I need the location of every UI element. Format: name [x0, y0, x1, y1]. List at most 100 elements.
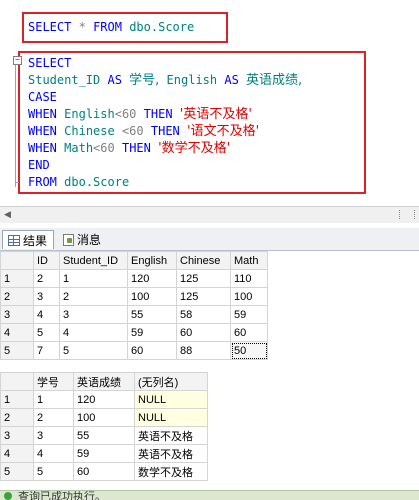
table-cell[interactable]: 4	[33, 305, 60, 324]
row-number[interactable]: 2	[0, 287, 34, 306]
sql-editor[interactable]: SELECT * FROM dbo.Score − SELECT Student…	[0, 0, 419, 206]
message-icon	[63, 233, 74, 246]
table-cell[interactable]: 125	[176, 287, 231, 306]
table-cell[interactable]: 4	[33, 444, 74, 463]
scroll-left-icon[interactable]: ◀	[4, 210, 11, 220]
column-header[interactable]: English	[127, 251, 177, 270]
horizontal-scrollbar[interactable]: ◀	[0, 206, 419, 223]
grid-corner[interactable]	[0, 372, 34, 391]
tab-results[interactable]: 结果	[2, 230, 54, 249]
table-cell[interactable]: 55	[127, 305, 177, 324]
table-cell[interactable]: 2	[33, 408, 74, 427]
table-cell[interactable]: 60	[73, 462, 135, 481]
table-cell[interactable]: 4	[59, 323, 128, 342]
row-number[interactable]: 5	[0, 462, 34, 481]
column-header[interactable]: Chinese	[176, 251, 231, 270]
table-cell[interactable]: 58	[176, 305, 231, 324]
condition: <60	[93, 141, 115, 155]
column-name: Math	[64, 141, 94, 155]
table-cell[interactable]: 59	[127, 323, 177, 342]
code-line: WHEN English<60 THEN '英语不及格'	[28, 106, 302, 123]
column-header[interactable]: 英语成绩	[73, 372, 135, 391]
table-cell[interactable]: 2	[59, 287, 128, 306]
string-literal: '数学不及格'	[158, 141, 231, 156]
table-cell[interactable]: 数学不及格	[134, 462, 208, 481]
table-cell[interactable]: 英语不及格	[134, 444, 208, 463]
splitter-grip[interactable]	[399, 210, 415, 219]
table-row[interactable]: 2 3 2 100 125 100	[0, 287, 268, 306]
table-cell[interactable]: 120	[127, 269, 177, 288]
column-name: English	[64, 107, 115, 121]
table-row[interactable]: 3 3 55 英语不及格	[0, 426, 208, 445]
table-row[interactable]: 4 4 59 英语不及格	[0, 444, 208, 463]
code-line: WHEN Math<60 THEN '数学不及格'	[28, 140, 302, 157]
column-name: Chinese	[64, 124, 115, 138]
query2-block[interactable]: SELECT Student_ID AS 学号, English AS 英语成绩…	[28, 55, 302, 191]
table-row[interactable]: 5 5 60 数学不及格	[0, 462, 208, 481]
table-name: dbo.Score	[64, 175, 130, 189]
table-cell[interactable]: 2	[33, 269, 60, 288]
table-cell[interactable]: 110	[230, 269, 268, 288]
row-number[interactable]: 3	[0, 305, 34, 324]
table-cell[interactable]: 3	[59, 305, 128, 324]
condition: <60	[114, 107, 137, 121]
table-cell[interactable]: 7	[33, 341, 60, 360]
column-header[interactable]: Student_ID	[59, 251, 128, 270]
table-cell[interactable]: 1	[59, 269, 128, 288]
table-row[interactable]: 3 4 3 55 58 59	[0, 305, 268, 324]
table-row[interactable]: 4 5 4 59 60 60	[0, 323, 268, 342]
grid-corner[interactable]	[0, 251, 34, 270]
tab-messages[interactable]: 消息	[58, 230, 112, 249]
collapse-icon[interactable]: −	[13, 56, 22, 65]
gutter-end-tick	[15, 182, 19, 183]
table-cell[interactable]: 120	[73, 390, 135, 409]
table-cell[interactable]: 5	[33, 323, 60, 342]
table-row[interactable]: 5 7 5 60 88 50	[0, 341, 268, 360]
table-cell[interactable]: 英语不及格	[134, 426, 208, 445]
row-number[interactable]: 4	[0, 323, 34, 342]
table-cell[interactable]: 5	[59, 341, 128, 360]
table-cell[interactable]: 59	[73, 444, 135, 463]
table-cell[interactable]: 3	[33, 426, 74, 445]
table-cell[interactable]: 3	[33, 287, 60, 306]
table-cell[interactable]: 100	[127, 287, 177, 306]
results-grid-2[interactable]: 学号 英语成绩 (无列名) 1 1 120 NULL 2 2 100 NULL 3 3 55 英语不及…	[0, 372, 208, 481]
row-number[interactable]: 1	[0, 269, 34, 288]
table-row[interactable]: 1 1 120 NULL	[0, 390, 208, 409]
row-number[interactable]: 3	[0, 426, 34, 445]
table-cell[interactable]: 100	[230, 287, 268, 306]
table-cell[interactable]: NULL	[134, 408, 208, 427]
table-cell[interactable]: 88	[176, 341, 231, 360]
keyword-when: WHEN	[28, 124, 57, 138]
table-cell[interactable]: 1	[33, 390, 74, 409]
column-header[interactable]: ID	[33, 251, 60, 270]
column-header[interactable]: 学号	[33, 372, 74, 391]
table-row[interactable]: 2 2 100 NULL	[0, 408, 208, 427]
results-grid-1[interactable]: ID Student_ID English Chinese Math 1 2 1 12…	[0, 251, 268, 360]
code-line: SELECT	[28, 55, 302, 72]
keyword-then: THEN	[121, 141, 151, 155]
code-line: Student_ID AS 学号, English AS 英语成绩,	[28, 72, 302, 89]
keyword-when: WHEN	[28, 141, 57, 155]
column-header[interactable]: Math	[230, 251, 268, 270]
keyword-select: SELECT	[28, 56, 72, 70]
keyword-select: SELECT	[28, 20, 72, 34]
query1-line[interactable]: SELECT * FROM dbo.Score	[28, 20, 194, 34]
table-cell[interactable]: 55	[73, 426, 135, 445]
row-number[interactable]: 5	[0, 341, 34, 360]
table-row[interactable]: 1 2 1 120 125 110	[0, 269, 268, 288]
table-cell[interactable]: 125	[176, 269, 231, 288]
row-number[interactable]: 2	[0, 408, 34, 427]
table-cell[interactable]: 50	[230, 341, 268, 360]
table-cell[interactable]: 100	[73, 408, 135, 427]
column-header[interactable]: (无列名)	[134, 372, 208, 391]
keyword-as: AS	[107, 73, 122, 87]
row-number[interactable]: 4	[0, 444, 34, 463]
table-cell[interactable]: 59	[230, 305, 268, 324]
table-cell[interactable]: NULL	[134, 390, 208, 409]
row-number[interactable]: 1	[0, 390, 34, 409]
table-cell[interactable]: 60	[230, 323, 268, 342]
table-cell[interactable]: 5	[33, 462, 74, 481]
table-cell[interactable]: 60	[176, 323, 231, 342]
table-cell[interactable]: 60	[127, 341, 177, 360]
